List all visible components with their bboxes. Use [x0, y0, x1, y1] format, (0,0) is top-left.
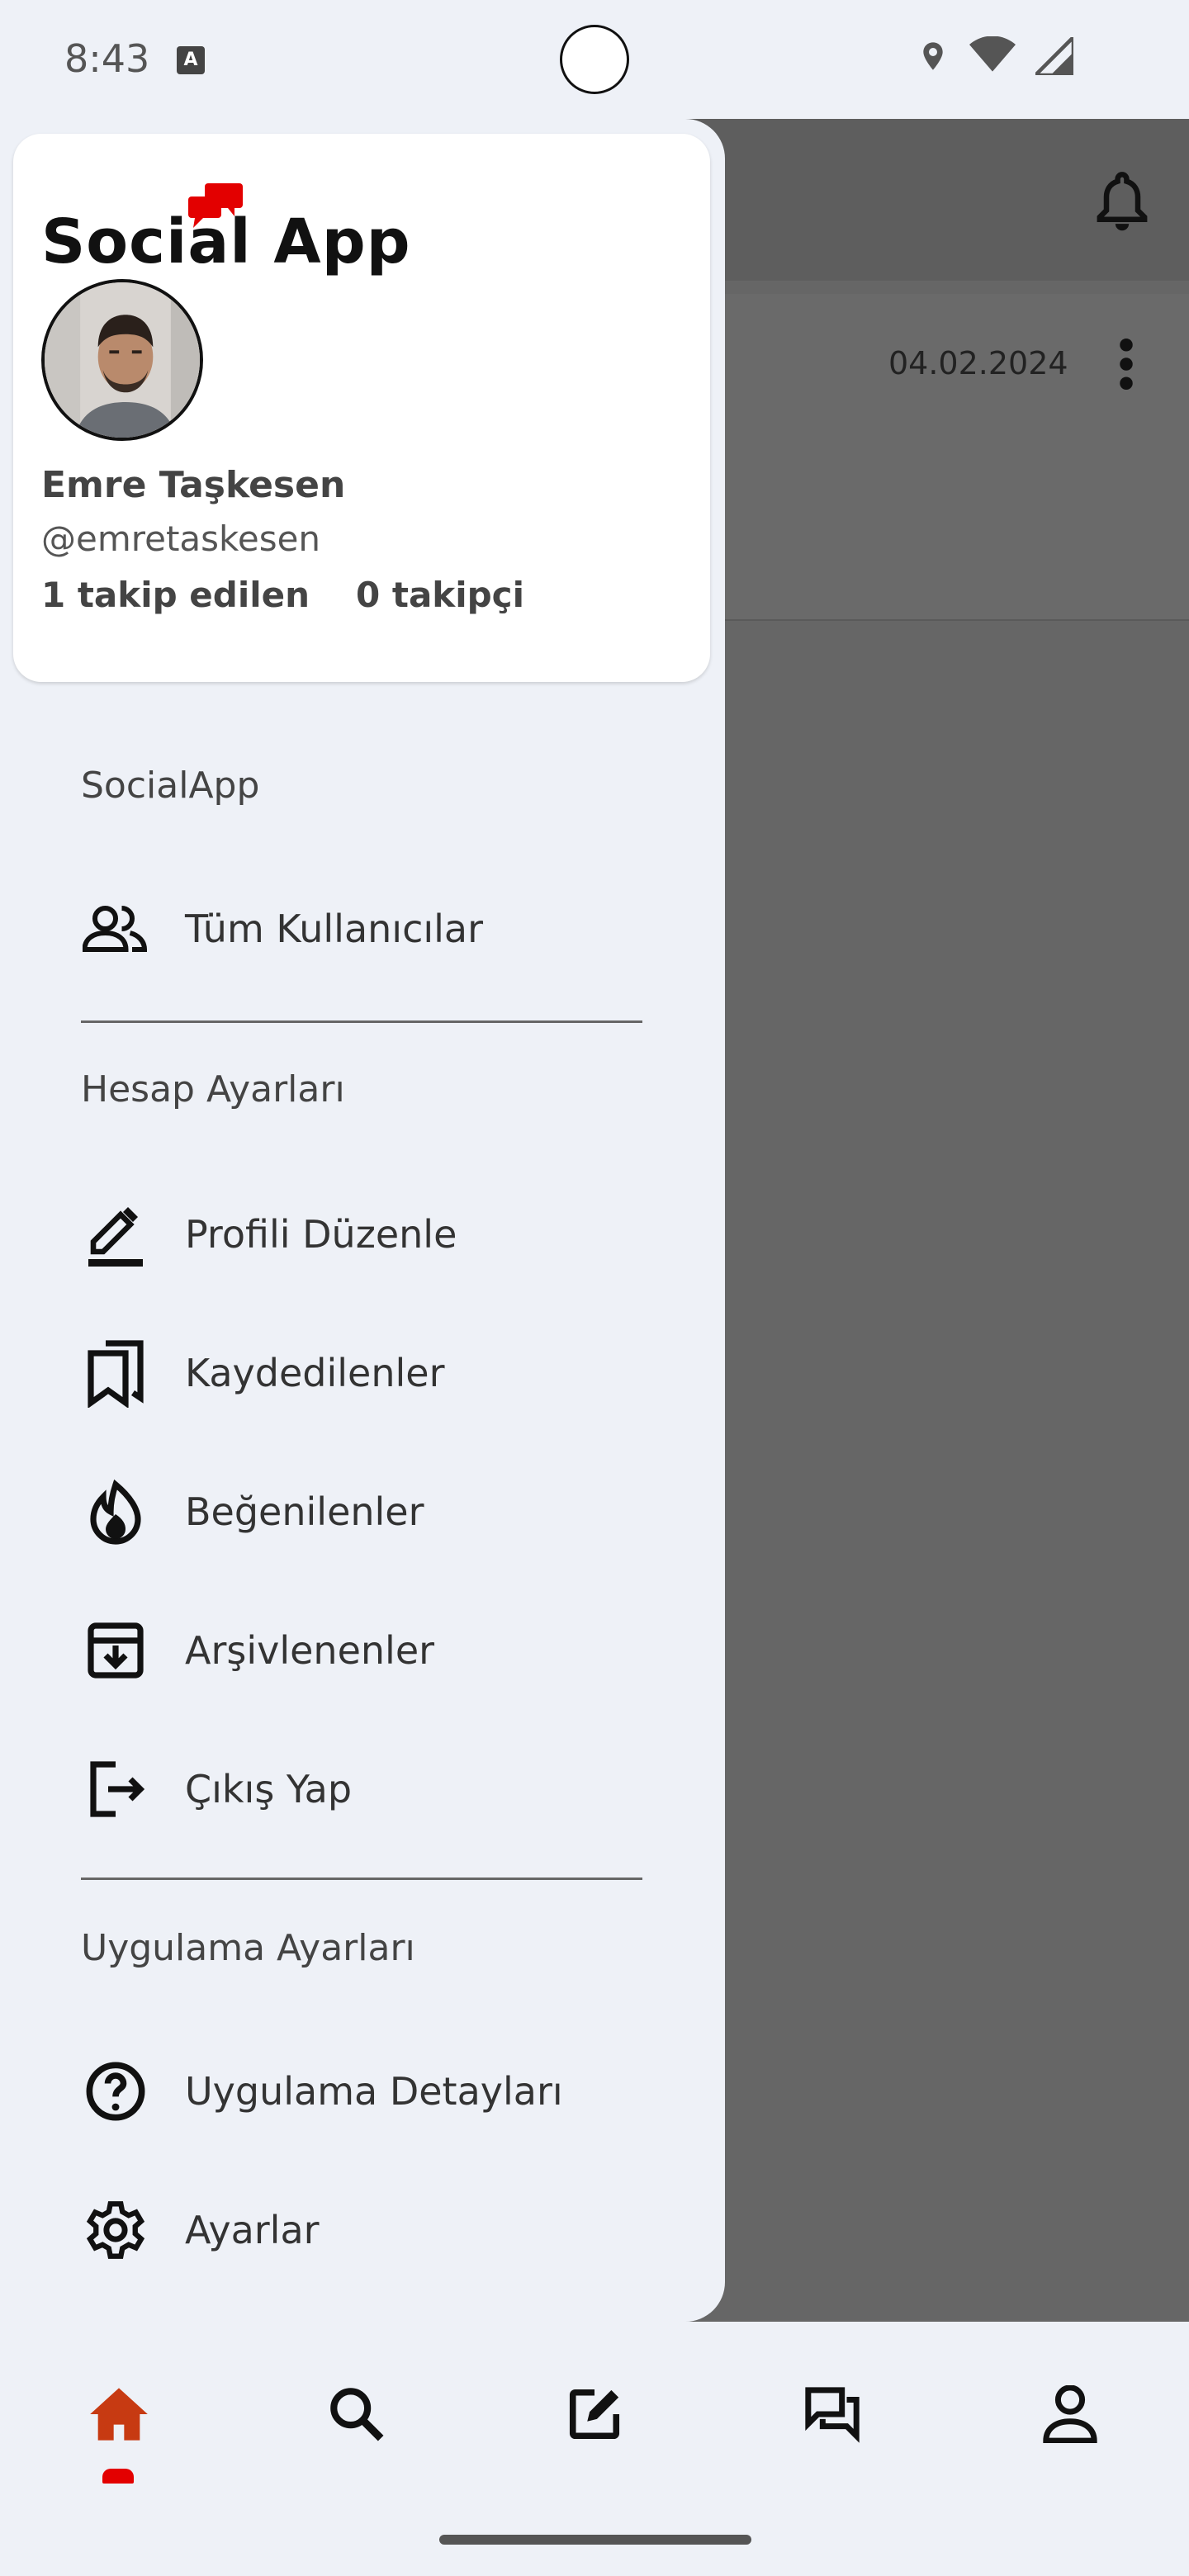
status-icons	[917, 36, 1073, 76]
menu-item-archived[interactable]: Arşivlenenler	[81, 1605, 659, 1696]
status-time: 8:43	[64, 36, 150, 81]
notification-bell-icon[interactable]	[1095, 170, 1149, 236]
menu-item-logout[interactable]: Çıkış Yap	[81, 1744, 659, 1835]
divider	[81, 1020, 642, 1023]
help-circle-icon	[81, 2057, 150, 2126]
nav-compose[interactable]	[553, 2373, 636, 2455]
menu-item-label: Profili Düzenle	[185, 1212, 457, 1257]
active-tab-indicator	[102, 2469, 134, 2484]
wifi-icon	[969, 36, 1016, 72]
home-icon	[90, 2388, 148, 2441]
menu-item-all-users[interactable]: Tüm Kullanıcılar	[81, 883, 659, 974]
menu-item-saved[interactable]: Kaydedilenler	[81, 1328, 659, 1418]
more-vertical-icon[interactable]	[1116, 339, 1136, 393]
section-title-account: Hesap Ayarları	[81, 1068, 345, 1110]
menu-item-app-details[interactable]: Uygulama Detayları	[81, 2046, 659, 2137]
divider	[81, 1878, 642, 1880]
post-date: 04.02.2024	[888, 345, 1068, 381]
menu-item-label: Arşivlenenler	[185, 1628, 435, 1673]
profile-icon	[1043, 2385, 1097, 2443]
navigation-drawer: Social App Emre Taşkesen @emretaskesen 1…	[0, 119, 725, 2322]
section-title-application: Uygulama Ayarları	[81, 1927, 415, 1969]
followers-count[interactable]: 0 takipçi	[356, 575, 524, 615]
profile-name: Emre Taşkesen	[41, 464, 346, 506]
fire-icon	[81, 1477, 150, 1546]
menu-item-label: Uygulama Detayları	[185, 2069, 563, 2114]
archive-icon	[81, 1616, 150, 1685]
gesture-home-bar[interactable]	[439, 2535, 751, 2545]
status-bar: 8:43 A	[0, 0, 1189, 119]
avatar[interactable]	[41, 279, 203, 441]
camera-cutout	[560, 25, 629, 94]
nav-home[interactable]	[78, 2373, 160, 2455]
search-icon	[330, 2388, 384, 2441]
menu-item-edit-profile[interactable]: Profili Düzenle	[81, 1189, 659, 1280]
keyboard-notification-icon: A	[177, 46, 205, 74]
profile-handle: @emretaskesen	[41, 519, 321, 559]
gear-icon	[81, 2195, 150, 2265]
bottom-navigation	[0, 2322, 1189, 2576]
drawer-header: Social App Emre Taşkesen @emretaskesen 1…	[13, 134, 710, 682]
profile-stats: 1 takip edilen 0 takipçi	[41, 575, 524, 615]
signal-icon	[1035, 37, 1073, 75]
following-count[interactable]: 1 takip edilen	[41, 575, 310, 615]
menu-item-label: Çıkış Yap	[185, 1767, 353, 1811]
chat-bubbles-logo-icon	[188, 183, 243, 228]
location-icon	[923, 42, 943, 70]
compose-icon	[569, 2389, 620, 2440]
logout-icon	[81, 1754, 150, 1824]
menu-item-label: Kaydedilenler	[185, 1351, 445, 1395]
menu-item-label: Beğenilenler	[185, 1489, 424, 1534]
nav-profile[interactable]	[1029, 2373, 1111, 2455]
menu-item-label: Tüm Kullanıcılar	[185, 907, 484, 951]
nav-chat[interactable]	[791, 2373, 874, 2455]
menu-item-settings[interactable]: Ayarlar	[81, 2185, 659, 2275]
nav-search[interactable]	[315, 2373, 398, 2455]
chat-icon	[805, 2387, 860, 2443]
menu-item-label: Ayarlar	[185, 2208, 320, 2252]
edit-pen-icon	[81, 1200, 150, 1269]
section-title-socialapp: SocialApp	[81, 765, 260, 807]
bookmarks-icon	[81, 1338, 150, 1408]
menu-item-liked[interactable]: Beğenilenler	[81, 1466, 659, 1557]
users-icon	[81, 894, 150, 964]
